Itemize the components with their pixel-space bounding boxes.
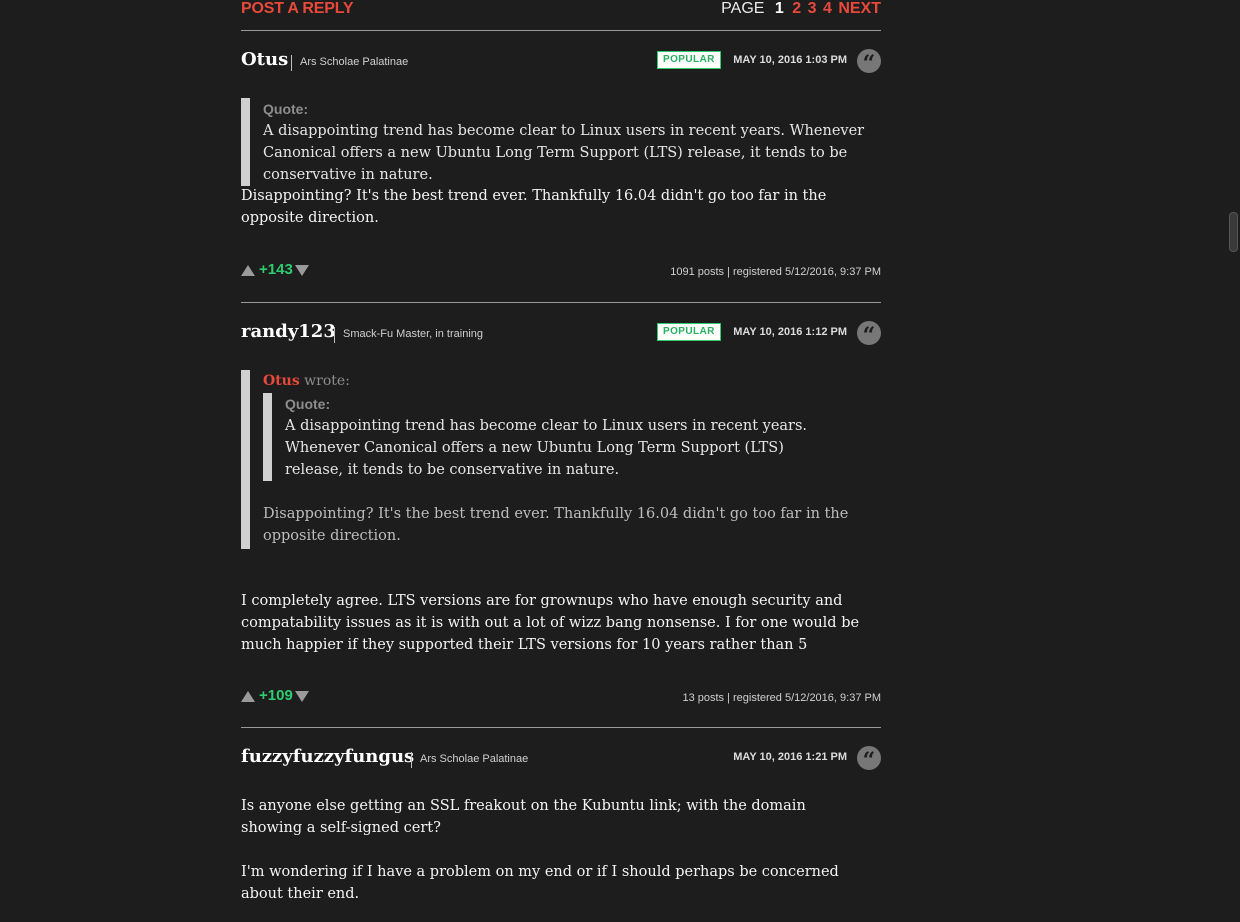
comment-username[interactable]: fuzzyfuzzyfungus [241, 746, 414, 767]
user-title: Ars Scholae Palatinae [300, 56, 409, 68]
vote-controls: +143 [241, 261, 309, 278]
comments-column: POST A REPLY PAGE 1 2 3 4 NEXT Otus Ars … [241, 0, 881, 902]
header-divider [411, 752, 412, 768]
quote-icon[interactable]: “ [857, 49, 881, 77]
vote-score: +143 [259, 261, 293, 278]
comment-body-paragraph: Is anyone else getting an SSL freakout o… [241, 798, 806, 836]
popular-badge: POPULAR [657, 323, 721, 341]
quoted-username[interactable]: Otus [263, 373, 300, 389]
user-meta: 13 posts | registered 5/12/2016, 9:37 PM [682, 692, 881, 704]
wrote-label: wrote: [299, 373, 350, 389]
comment-header: randy123 Smack-Fu Master, in training PO… [241, 321, 881, 351]
comment-header: fuzzyfuzzyfungus Ars Scholae Palatinae M… [241, 746, 881, 776]
comment-header: Otus Ars Scholae Palatinae POPULAR MAY 1… [241, 49, 881, 79]
comment-divider [241, 302, 881, 303]
blockquote: Otus wrote: Quote: A disappointing trend… [241, 370, 863, 549]
comment-date[interactable]: MAY 10, 2016 1:03 PM [733, 54, 847, 66]
nested-blockquote: Quote: A disappointing trend has become … [263, 393, 842, 481]
header-divider [334, 327, 335, 343]
quote-label: Quote: [263, 101, 309, 117]
page-link-2[interactable]: 2 [792, 0, 801, 17]
upvote-arrow-icon[interactable] [241, 264, 255, 276]
upvote-arrow-icon[interactable] [241, 690, 255, 702]
quote-icon[interactable]: “ [857, 321, 881, 349]
current-page: 1 [774, 0, 784, 17]
quote-icon[interactable]: “ [857, 746, 881, 774]
comment-body-paragraph: I'm wondering if I have a problem on my … [241, 864, 839, 902]
blockquote: Quote: A disappointing trend has become … [241, 98, 881, 186]
comment: randy123 Smack-Fu Master, in training PO… [241, 321, 881, 704]
comment-body: Disappointing? It's the best trend ever.… [241, 188, 827, 226]
vote-controls: +109 [241, 687, 309, 704]
popular-badge: POPULAR [657, 51, 721, 69]
header-divider [291, 55, 292, 71]
quote-attribution: Otus wrote: [263, 370, 863, 392]
comment: Otus Ars Scholae Palatinae POPULAR MAY 1… [241, 49, 881, 278]
user-meta: 1091 posts | registered 5/12/2016, 9:37 … [670, 266, 881, 278]
vote-score: +109 [259, 687, 293, 704]
comment-username[interactable]: randy123 [241, 321, 336, 342]
comment-date[interactable]: MAY 10, 2016 1:21 PM [733, 751, 847, 763]
comments-toolbar: POST A REPLY PAGE 1 2 3 4 NEXT [241, 0, 881, 31]
comment: fuzzyfuzzyfungus Ars Scholae Palatinae M… [241, 746, 881, 902]
comment-divider [241, 727, 881, 728]
quoted-body: Disappointing? It's the best trend ever.… [263, 506, 849, 544]
downvote-arrow-icon[interactable] [294, 690, 309, 702]
user-title: Smack-Fu Master, in training [343, 328, 483, 340]
comment-body: I completely agree. LTS versions are for… [241, 593, 860, 653]
scrollbar-thumb[interactable] [1229, 212, 1238, 252]
page-label: PAGE [721, 0, 765, 17]
pagination: PAGE 1 2 3 4 NEXT [721, 0, 881, 18]
comment-username[interactable]: Otus [241, 49, 288, 70]
post-reply-link[interactable]: POST A REPLY [241, 0, 353, 18]
user-title: Ars Scholae Palatinae [420, 753, 529, 765]
page-link-4[interactable]: 4 [823, 0, 832, 17]
quote-label: Quote: [285, 396, 331, 412]
page-link-3[interactable]: 3 [808, 0, 817, 17]
quote-text: A disappointing trend has become clear t… [285, 418, 808, 478]
downvote-arrow-icon[interactable] [294, 264, 309, 276]
next-page-link[interactable]: NEXT [838, 0, 881, 17]
quote-text: A disappointing trend has become clear t… [263, 123, 865, 183]
comment-date[interactable]: MAY 10, 2016 1:12 PM [733, 326, 847, 338]
